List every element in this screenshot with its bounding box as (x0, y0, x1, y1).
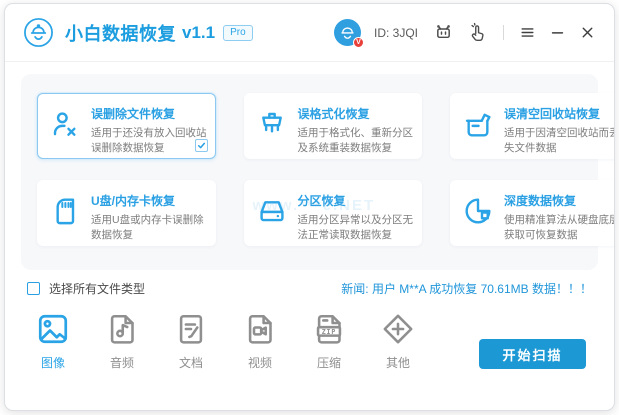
file-type-label: 其他 (386, 354, 410, 371)
recovery-modes-panel: 误删除文件恢复 适用于还没有放入回收站 误删除数据恢复 误格式化恢复 适用于格式… (21, 74, 598, 270)
news-ticker: 新闻: 用户 M**A 成功恢复 70.61MB 数据！！！ (341, 280, 592, 297)
titlebar: 小白数据恢复 v1.1 Pro V ID: 3JQI (5, 4, 614, 62)
card-desc: 适用于格式化、重新分区 (298, 126, 414, 141)
card-title: 误删除文件恢复 (91, 105, 207, 122)
file-type-label: 文档 (179, 354, 203, 371)
app-title: 小白数据恢复 (65, 20, 176, 46)
minimize-button[interactable] (549, 24, 566, 41)
select-all-label: 选择所有文件类型 (49, 280, 145, 297)
file-type-document[interactable]: 文档 (171, 311, 211, 371)
card-desc: 法正常读取数据恢复 (298, 228, 414, 243)
user-avatar[interactable]: V (334, 19, 361, 46)
close-button[interactable] (579, 24, 596, 41)
image-file-icon (35, 311, 71, 347)
card-desc: 获取可恢复数据 (504, 228, 615, 243)
user-x-icon (49, 106, 81, 142)
recycle-bin-icon (462, 106, 494, 142)
card-desc: 适用于还没有放入回收站 (91, 126, 207, 141)
card-usb-sdcard-recovery[interactable]: U盘/内存卡恢复 适用U盘或内存卡误删除 数据恢复 (37, 180, 216, 246)
card-desc: 适用U盘或内存卡误删除 (91, 213, 204, 228)
card-desc: 数据恢复 (91, 228, 204, 243)
start-scan-button[interactable]: 开始扫描 (479, 339, 586, 369)
user-id-label: ID: 3JQI (374, 26, 418, 40)
file-type-label: 图像 (41, 354, 65, 371)
hard-drive-icon (256, 193, 288, 229)
video-file-icon (242, 311, 278, 347)
zip-file-icon: ZIP (311, 311, 347, 347)
card-title: 误格式化恢复 (298, 105, 414, 122)
card-desc: 失文件数据 (504, 141, 615, 156)
file-type-label: 视频 (248, 354, 272, 371)
other-plus-icon (380, 311, 416, 347)
select-all-checkbox[interactable] (27, 282, 40, 295)
file-type-other[interactable]: 其他 (378, 311, 418, 371)
app-version: v1.1 (182, 23, 215, 43)
format-brush-icon (256, 106, 288, 142)
card-title: 深度数据恢复 (504, 192, 615, 209)
customer-service-robot-icon[interactable] (433, 22, 454, 43)
audio-file-icon (104, 311, 140, 347)
hand-click-icon[interactable] (467, 22, 488, 43)
card-format-recovery[interactable]: 误格式化恢复 适用于格式化、重新分区 及系统重装数据恢复 (244, 93, 423, 159)
app-logo-icon (23, 17, 54, 48)
card-title: 误清空回收站恢复 (504, 105, 615, 122)
card-recycle-bin-recovery[interactable]: 误清空回收站恢复 适用于因清空回收站而丢 失文件数据 (450, 93, 615, 159)
card-title: 分区恢复 (298, 192, 414, 209)
vip-badge: V (353, 37, 364, 48)
document-file-icon (173, 311, 209, 347)
file-type-audio[interactable]: 音频 (102, 311, 142, 371)
titlebar-divider (503, 25, 504, 40)
card-desc: 适用于因清空回收站而丢 (504, 126, 615, 141)
app-window: 小白数据恢复 v1.1 Pro V ID: 3JQI (4, 3, 615, 411)
filter-bar: 选择所有文件类型 新闻: 用户 M**A 成功恢复 70.61MB 数据！！！ (27, 280, 592, 297)
card-partition-recovery[interactable]: 分区恢复 适用分区异常以及分区无 法正常读取数据恢复 www.***e.NET (244, 180, 423, 246)
file-type-image[interactable]: 图像 (33, 311, 73, 371)
card-deep-recovery[interactable]: 深度数据恢复 使用精准算法从硬盘底层 获取可恢复数据 (450, 180, 615, 246)
card-desc: 使用精准算法从硬盘底层 (504, 213, 615, 228)
pro-badge: Pro (223, 25, 253, 41)
file-type-archive[interactable]: ZIP 压缩 (309, 311, 349, 371)
file-type-label: 压缩 (317, 354, 341, 371)
card-desc: 及系统重装数据恢复 (298, 141, 414, 156)
sd-card-icon (49, 193, 81, 229)
menu-button[interactable] (519, 24, 536, 41)
file-type-video[interactable]: 视频 (240, 311, 280, 371)
card-desc: 误删除数据恢复 (91, 141, 207, 156)
svg-text:ZIP: ZIP (322, 328, 337, 336)
deep-scan-icon (462, 193, 494, 229)
card-title: U盘/内存卡恢复 (91, 192, 204, 209)
checked-checkbox-icon[interactable] (195, 139, 208, 152)
card-desc: 适用分区异常以及分区无 (298, 213, 414, 228)
card-deleted-file-recovery[interactable]: 误删除文件恢复 适用于还没有放入回收站 误删除数据恢复 (37, 93, 216, 159)
file-type-label: 音频 (110, 354, 134, 371)
